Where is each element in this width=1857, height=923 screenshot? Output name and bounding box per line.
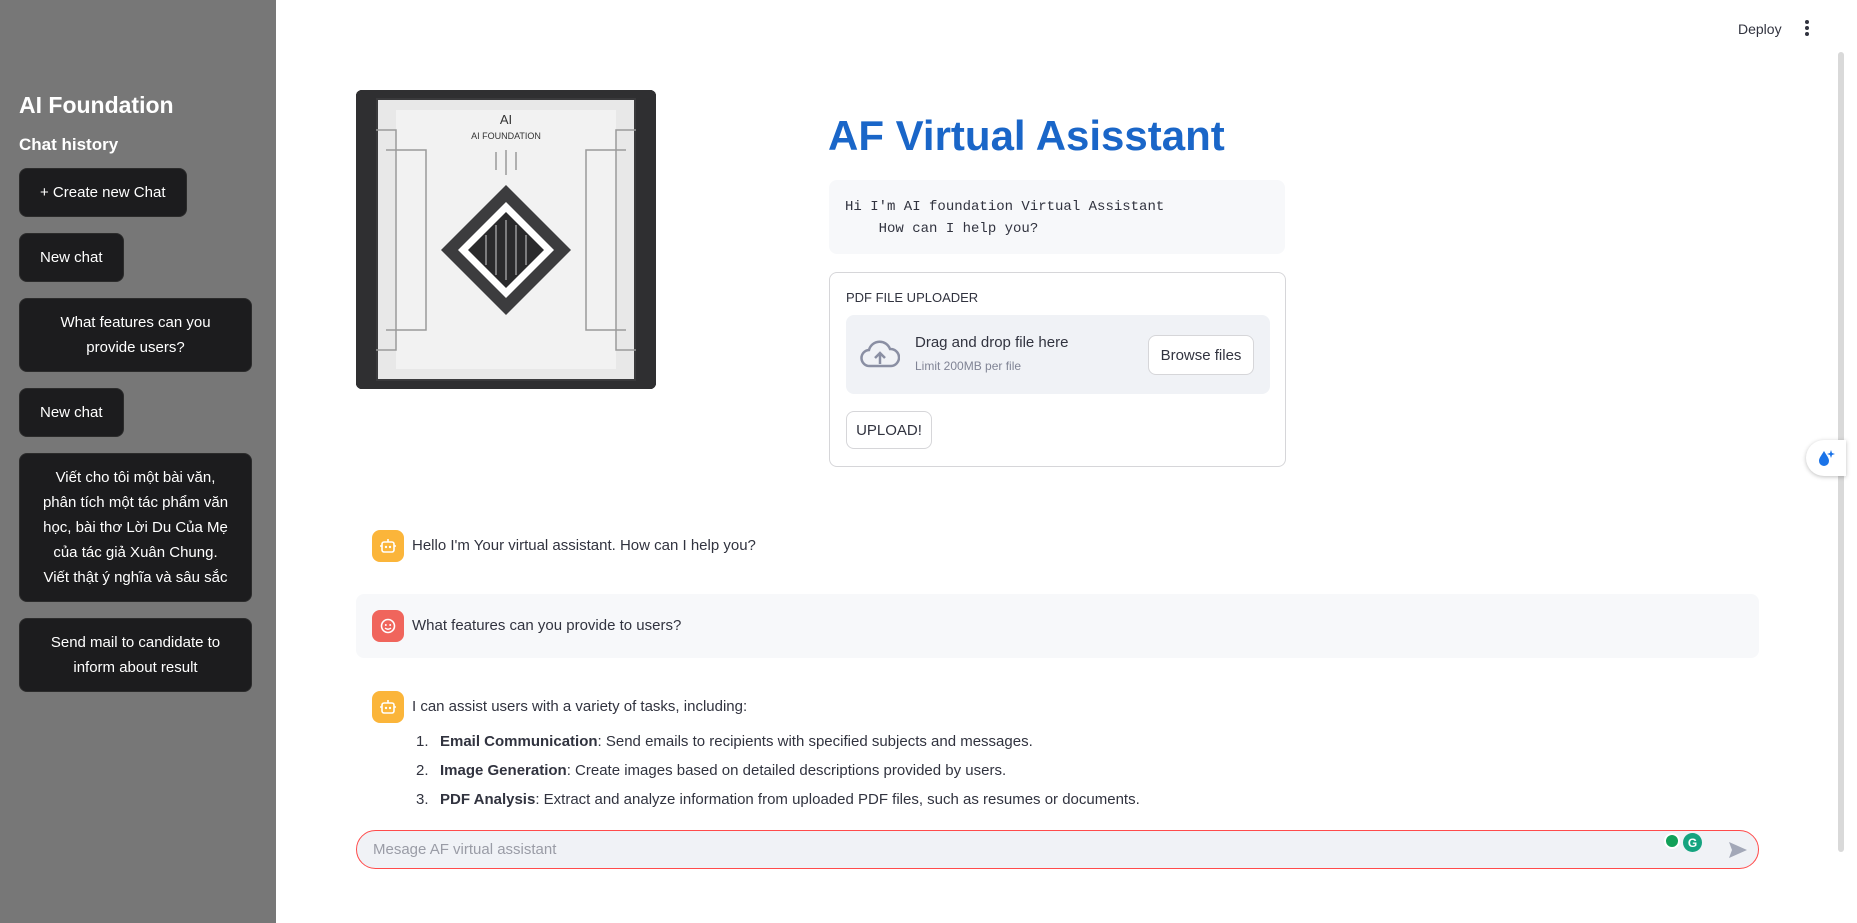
list-number: 3. bbox=[416, 791, 429, 808]
sidebar-title: AI Foundation bbox=[19, 92, 174, 118]
chat-message-assistant: Hello I'm Your virtual assistant. How ca… bbox=[356, 530, 1759, 562]
chat-history-item[interactable]: New chat bbox=[19, 233, 124, 282]
list-item: 3. PDF Analysis: Extract and analyze inf… bbox=[416, 790, 1140, 819]
browse-files-button[interactable]: Browse files bbox=[1148, 335, 1254, 375]
ai-foundation-logo-image: AI AI FOUNDATION bbox=[356, 90, 656, 389]
message-text: I can assist users with a variety of tas… bbox=[412, 698, 748, 715]
extension-icons: G bbox=[1664, 833, 1702, 852]
upload-button[interactable]: UPLOAD! bbox=[846, 411, 932, 449]
chat-message-user: What features can you provide to users? bbox=[356, 594, 1759, 658]
list-number: 1. bbox=[416, 733, 429, 750]
list-item: 1. Email Communication: Send emails to r… bbox=[416, 732, 1140, 761]
bot-avatar-icon bbox=[372, 530, 404, 562]
feature-title: PDF Analysis bbox=[440, 791, 536, 808]
file-dropzone[interactable]: Drag and drop file here Limit 200MB per … bbox=[846, 315, 1270, 394]
image-logo-text: AI bbox=[500, 112, 512, 127]
feature-desc: : Extract and analyze information from u… bbox=[535, 791, 1140, 808]
page-title: AF Virtual Asisstant bbox=[828, 112, 1225, 159]
feature-list: 1. Email Communication: Send emails to r… bbox=[416, 732, 1140, 819]
extension-badge-icon[interactable] bbox=[1664, 833, 1680, 849]
deploy-button[interactable]: Deploy bbox=[1738, 21, 1782, 37]
feature-desc: : Create images based on detailed descri… bbox=[566, 762, 1007, 779]
droplet-sparkle-icon bbox=[1819, 450, 1835, 466]
bot-avatar-icon bbox=[372, 691, 404, 723]
image-brand-text: AI FOUNDATION bbox=[471, 131, 541, 141]
chat-message-assistant: I can assist users with a variety of tas… bbox=[356, 691, 1759, 723]
create-new-chat-button[interactable]: + Create new Chat bbox=[19, 168, 187, 217]
chat-input-container: G bbox=[356, 830, 1759, 869]
user-avatar-icon bbox=[372, 610, 404, 642]
feature-title: Email Communication bbox=[440, 733, 598, 750]
feature-title: Image Generation bbox=[440, 762, 567, 779]
chat-history-item[interactable]: Send mail to candidate to inform about r… bbox=[19, 618, 252, 692]
send-button[interactable] bbox=[1726, 839, 1750, 861]
uploader-label: PDF FILE UPLOADER bbox=[846, 290, 979, 305]
list-number: 2. bbox=[416, 762, 429, 779]
message-text: Hello I'm Your virtual assistant. How ca… bbox=[412, 537, 756, 554]
cloud-upload-icon bbox=[860, 340, 900, 368]
greeting-code-block: Hi I'm AI foundation Virtual Assistant H… bbox=[829, 180, 1285, 254]
sidebar: AI Foundation Chat history + Create new … bbox=[0, 0, 276, 923]
pdf-file-uploader: PDF FILE UPLOADER Drag and drop file her… bbox=[829, 272, 1286, 467]
dropzone-limit: Limit 200MB per file bbox=[915, 359, 1022, 373]
send-icon bbox=[1729, 842, 1747, 858]
floating-extension-icon[interactable] bbox=[1806, 440, 1846, 476]
message-text: What features can you provide to users? bbox=[412, 617, 682, 634]
chat-history-item[interactable]: New chat bbox=[19, 388, 124, 437]
chat-history-item[interactable]: What features can you provide users? bbox=[19, 298, 252, 372]
grammarly-icon[interactable]: G bbox=[1683, 833, 1702, 852]
chat-history-heading: Chat history bbox=[19, 135, 119, 154]
kebab-menu-icon[interactable] bbox=[1804, 20, 1810, 38]
feature-desc: : Send emails to recipients with specifi… bbox=[597, 733, 1033, 750]
dropzone-text: Drag and drop file here bbox=[915, 334, 1069, 351]
list-item: 2. Image Generation: Create images based… bbox=[416, 761, 1140, 790]
chat-history-item[interactable]: Viết cho tôi một bài văn, phân tích một … bbox=[19, 453, 252, 602]
chat-input[interactable] bbox=[373, 841, 1653, 858]
